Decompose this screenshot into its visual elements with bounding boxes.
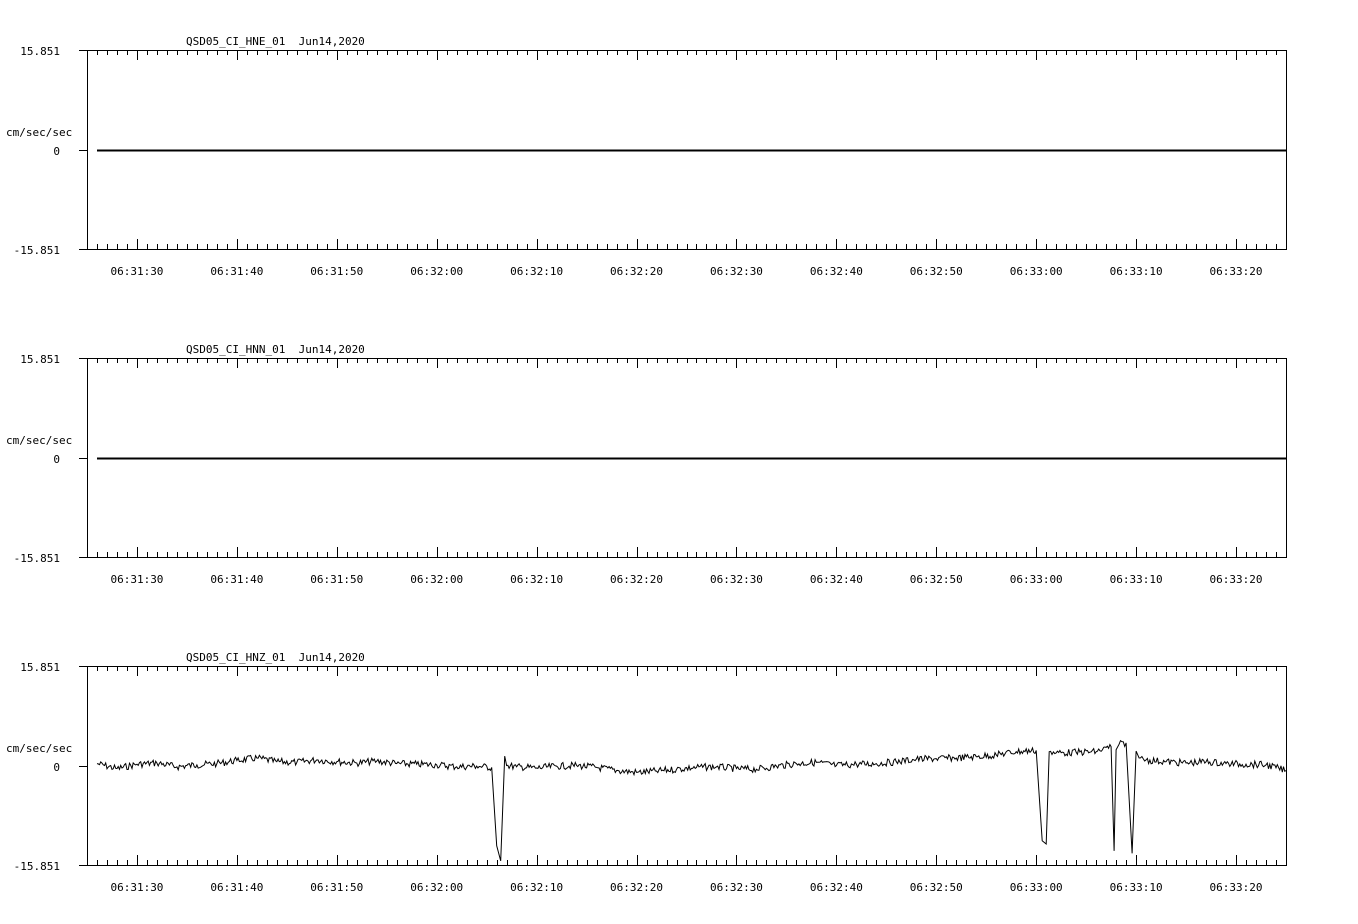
- x-tick-label: 06:31:40: [210, 881, 263, 894]
- x-tick-label: 06:33:20: [1210, 881, 1263, 894]
- x-tick-label: 06:32:20: [610, 881, 663, 894]
- panel-title: QSD05_CI_HNN_01 Jun14,2020: [186, 343, 365, 356]
- y-axis-label: cm/sec/sec: [6, 126, 72, 139]
- x-tick-label: 06:33:00: [1010, 573, 1063, 586]
- x-tick-label: 06:33:10: [1110, 265, 1163, 278]
- x-tick-label: 06:32:20: [610, 573, 663, 586]
- y-tick-label-top: 15.851: [20, 353, 60, 366]
- waveform: [96, 739, 1287, 862]
- y-tick-label-top: 15.851: [20, 661, 60, 674]
- x-tick-label: 06:31:40: [210, 265, 263, 278]
- x-axis-labels: 06:31:30 06:31:40 06:31:50 06:32:00 06:32:10…: [110, 881, 1262, 894]
- x-axis-labels: 06:31:30 06:31:40 06:31:50 06:32:00 06:32:10…: [110, 573, 1262, 586]
- x-tick-label: 06:33:00: [1010, 265, 1063, 278]
- panel-title: QSD05_CI_HNE_01 Jun14,2020: [186, 35, 365, 48]
- y-tick-label-top: 15.851: [20, 45, 60, 58]
- x-tick-label: 06:32:10: [510, 265, 563, 278]
- y-tick-label-bottom: -15.851: [14, 244, 60, 257]
- x-tick-label: 06:32:00: [410, 881, 463, 894]
- x-tick-label: 06:32:10: [510, 881, 563, 894]
- x-tick-label: 06:31:30: [110, 573, 163, 586]
- x-tick-label: 06:31:30: [110, 265, 163, 278]
- x-tick-label: 06:32:50: [910, 881, 963, 894]
- x-axis-ticks: [79, 666, 1287, 866]
- x-tick-label: 06:32:40: [810, 265, 863, 278]
- y-tick-label-bottom: -15.851: [14, 860, 60, 873]
- y-tick-label-bottom: -15.851: [14, 552, 60, 565]
- y-tick-label-zero: 0: [53, 761, 60, 774]
- plot-frame: [87, 666, 1287, 866]
- x-tick-label: 06:31:50: [310, 265, 363, 278]
- x-tick-label: 06:32:30: [710, 881, 763, 894]
- y-tick-label-zero: 0: [53, 453, 60, 466]
- waveform-line: [96, 739, 1287, 862]
- x-tick-label: 06:32:30: [710, 265, 763, 278]
- panel-hnn: QSD05_CI_HNN_01 Jun14,2020 cm/sec/sec 15…: [6, 343, 1287, 586]
- x-tick-label: 06:33:20: [1210, 573, 1263, 586]
- x-tick-label: 06:32:40: [810, 573, 863, 586]
- panel-title: QSD05_CI_HNZ_01 Jun14,2020: [186, 651, 365, 664]
- x-tick-label: 06:32:50: [910, 573, 963, 586]
- x-tick-label: 06:31:50: [310, 573, 363, 586]
- x-tick-label: 06:32:50: [910, 265, 963, 278]
- x-tick-label: 06:32:20: [610, 265, 663, 278]
- panel-hnz: QSD05_CI_HNZ_01 Jun14,2020 cm/sec/sec 15…: [6, 651, 1287, 894]
- y-axis-label: cm/sec/sec: [6, 742, 72, 755]
- x-tick-label: 06:32:10: [510, 573, 563, 586]
- x-tick-label: 06:33:00: [1010, 881, 1063, 894]
- y-axis-label: cm/sec/sec: [6, 434, 72, 447]
- x-tick-label: 06:31:40: [210, 573, 263, 586]
- x-tick-label: 06:33:10: [1110, 573, 1163, 586]
- x-tick-label: 06:32:30: [710, 573, 763, 586]
- panel-hne: QSD05_CI_HNE_01 Jun14,2020 cm/sec/sec 15…: [6, 35, 1287, 278]
- x-axis-labels: 06:31:30 06:31:40 06:31:50 06:32:00 06:32:10…: [110, 265, 1262, 278]
- x-tick-label: 06:32:00: [410, 265, 463, 278]
- x-tick-label: 06:33:20: [1210, 265, 1263, 278]
- y-tick-label-zero: 0: [53, 145, 60, 158]
- x-tick-label: 06:32:40: [810, 881, 863, 894]
- x-tick-label: 06:32:00: [410, 573, 463, 586]
- seismogram-figure: QSD05_CI_HNE_01 Jun14,2020 cm/sec/sec 15…: [6, 35, 1287, 894]
- x-tick-label: 06:31:50: [310, 881, 363, 894]
- x-tick-label: 06:33:10: [1110, 881, 1163, 894]
- x-tick-label: 06:31:30: [110, 881, 163, 894]
